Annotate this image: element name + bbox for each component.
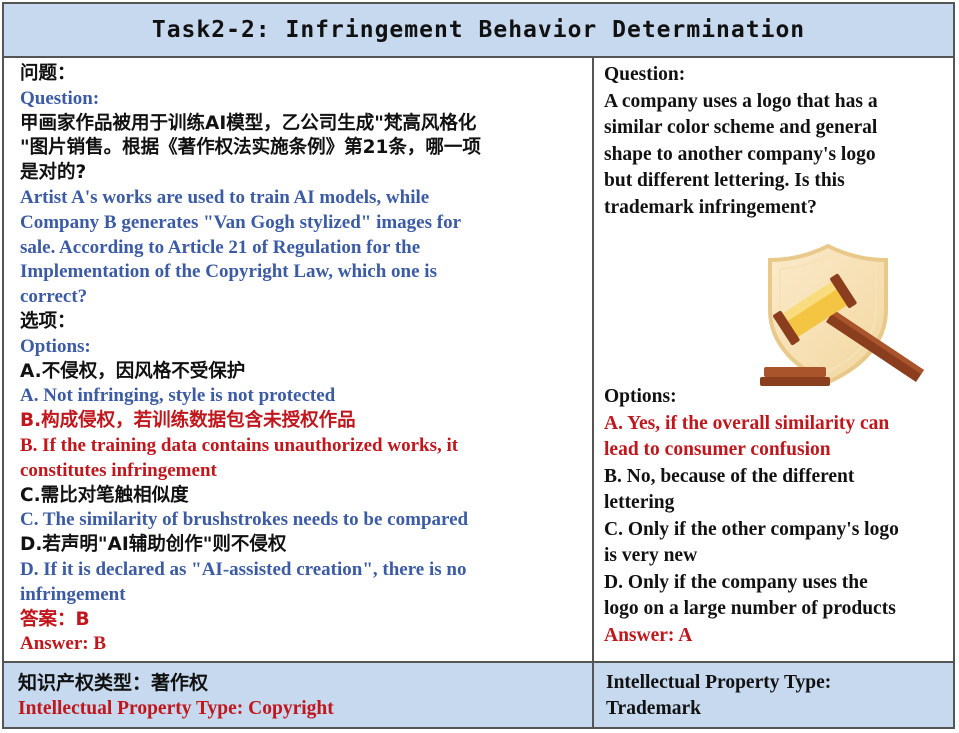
option-a-zh: A.不侵权，因风格不受保护 <box>20 360 246 382</box>
option-a-line: lead to consumer confusion <box>604 439 831 460</box>
ip-type-en: Intellectual Property Type: Copyright <box>18 698 334 719</box>
column-divider <box>592 58 594 727</box>
option-b-zh: B.构成侵权，若训练数据包含未授权作品 <box>20 410 356 432</box>
answer-zh: 答案：B <box>20 608 90 630</box>
option-d-en-line: infringement <box>20 583 126 605</box>
answer: Answer: A <box>604 624 693 646</box>
question-text-line: trademark infringement? <box>604 196 817 218</box>
question-text-line: A company uses a logo that has a <box>604 90 878 112</box>
question-text-line: shape to another company's logo <box>604 143 876 165</box>
question-label-zh: 问题： <box>20 63 76 84</box>
option-b-line: B. No, because of the different <box>604 465 855 487</box>
ip-type-label: Intellectual Property Type: <box>606 672 832 693</box>
option-b-line: lettering <box>604 492 675 513</box>
question-text-line: similar color scheme and general <box>604 117 878 138</box>
ip-type-value: Trademark <box>606 698 701 719</box>
question-text-zh-line: 甲画家作品被用于训练AI模型，乙公司生成"梵高风格化 <box>20 112 477 134</box>
question-text-zh-line: 是对的? <box>20 162 87 184</box>
gavel-shield-icon <box>760 243 924 386</box>
option-a-en: A. Not infringing, style is not protecte… <box>20 385 336 407</box>
question-text-en-line: Implementation of the Copyright Law, whi… <box>20 261 437 283</box>
question-text-line: but different lettering. Is this <box>604 170 845 191</box>
option-c-line: C. Only if the other company's logo <box>604 518 899 540</box>
option-c-zh: C.需比对笔触相似度 <box>20 484 189 506</box>
option-c-en: C. The similarity of brushstrokes needs … <box>20 509 469 531</box>
option-c-line: is very new <box>604 545 698 566</box>
question-label: Question: <box>604 64 686 85</box>
copyright-question-panel: 问题： Question: 甲画家作品被用于训练AI模型，乙公司生成"梵高风格化… <box>20 62 580 657</box>
option-d-line: logo on a large number of products <box>604 598 896 619</box>
option-b-en-line: constitutes infringement <box>20 459 217 481</box>
task-header: Task2-2: Infringement Behavior Determina… <box>4 4 953 58</box>
option-d-line: D. Only if the company uses the <box>604 571 868 593</box>
question-label-en: Question: <box>20 87 100 109</box>
options-label-zh: 选项： <box>20 310 76 332</box>
options-label-en: Options: <box>20 335 91 357</box>
ip-type-zh: 知识产权类型：著作权 <box>18 672 209 694</box>
answer-en: Answer: B <box>20 633 107 655</box>
question-text-en-line: sale. According to Article 21 of Regulat… <box>20 236 421 258</box>
question-text-en-line: Artist A's works are used to train AI mo… <box>20 186 430 208</box>
question-text-zh-line: "图片销售。根据《著作权法实施条例》第21条，哪一项 <box>20 137 481 159</box>
option-b-en-line: B. If the training data contains unautho… <box>20 434 459 456</box>
question-text-en-line: Company B generates "Van Gogh stylized" … <box>20 211 462 233</box>
task-title: Task2-2: Infringement Behavior Determina… <box>151 17 806 43</box>
options-label: Options: <box>604 386 677 407</box>
option-d-en-line: D. If it is declared as "AI-assisted cre… <box>20 558 467 580</box>
trademark-question-panel: Question: A company uses a logo that has… <box>604 62 946 221</box>
question-text-en-line: correct? <box>20 286 88 308</box>
trademark-options-panel: Options: A. Yes, if the overall similari… <box>604 384 949 649</box>
option-a-line: A. Yes, if the overall similarity can <box>604 412 890 434</box>
option-d-zh: D.若声明"AI辅助创作"则不侵权 <box>20 534 287 556</box>
